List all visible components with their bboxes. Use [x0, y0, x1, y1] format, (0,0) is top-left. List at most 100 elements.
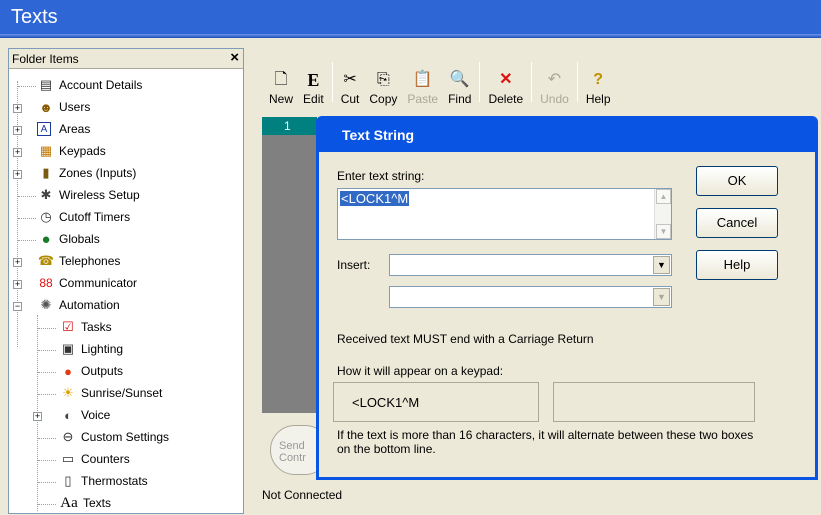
tree-item-label: Automation — [59, 298, 120, 312]
insert-label: Insert: — [337, 258, 371, 272]
help-button[interactable]: Help — [696, 250, 778, 280]
tree-item-label: Texts — [83, 496, 112, 510]
telephones-icon: ☎ — [37, 253, 55, 268]
new-button[interactable]: 🗋 New — [264, 56, 298, 108]
toolbar: 🗋 New E Edit ✂ Cut ⎘ Copy 📋 Paste 🔍 Find… — [264, 56, 616, 108]
expand-icon[interactable]: + — [13, 280, 22, 289]
tree-item-cutoff-timers[interactable]: ◷ Cutoff Timers — [9, 207, 243, 229]
scissors-icon: ✂ — [343, 71, 357, 88]
toolbar-separator — [479, 62, 481, 102]
tree-item-account-details[interactable]: ▤ Account Details — [9, 75, 243, 97]
scroll-down-icon[interactable]: ▼ — [656, 224, 671, 239]
new-label: New — [269, 92, 294, 106]
text-string-input[interactable]: <LOCK1^M ▲ ▼ — [337, 188, 672, 240]
text-list[interactable]: 1 — [262, 117, 317, 413]
insert-sub-dropdown[interactable]: ▼ — [389, 286, 672, 308]
custom-settings-icon: ⊖ — [62, 429, 74, 444]
window-title-bar: Texts — [0, 0, 821, 38]
keypad-preview-line2 — [553, 382, 755, 422]
carriage-return-note: Received text MUST end with a Carriage R… — [337, 332, 594, 346]
voice-icon: ◐ — [64, 407, 72, 423]
collapse-icon[interactable]: − — [13, 302, 22, 311]
tree-item-counters[interactable]: ▭ Counters — [9, 449, 243, 471]
tree-item-custom-settings[interactable]: ⊖ Custom Settings — [9, 427, 243, 449]
scroll-up-icon[interactable]: ▲ — [656, 189, 671, 204]
text-string-dialog: Text String Enter text string: <LOCK1^M … — [316, 116, 818, 480]
tree-line — [38, 372, 56, 373]
delete-button[interactable]: ✕ Delete — [483, 56, 528, 108]
tree-item-keypads[interactable]: + ▦ Keypads — [9, 141, 243, 163]
tree-item-sunrise-sunset[interactable]: ☀ Sunrise/Sunset — [9, 383, 243, 405]
tree-item-label: Cutoff Timers — [59, 210, 131, 224]
tree-item-lighting[interactable]: ▣ Lighting — [9, 339, 243, 361]
tree-line — [38, 350, 56, 351]
tree-item-automation[interactable]: − ✺ Automation — [9, 295, 243, 317]
tree-item-areas[interactable]: + A Areas — [9, 119, 243, 141]
expand-icon[interactable]: + — [13, 148, 22, 157]
tree-line — [18, 240, 36, 241]
users-icon: ☻ — [39, 99, 53, 115]
cancel-button[interactable]: Cancel — [696, 208, 778, 238]
expand-icon[interactable]: + — [13, 104, 22, 113]
tree-item-communicator[interactable]: + 88 Communicator — [9, 273, 243, 295]
tree-item-zones[interactable]: + ▮ Zones (Inputs) — [9, 163, 243, 185]
tree-line — [18, 196, 36, 197]
tree-item-telephones[interactable]: + ☎ Telephones — [9, 251, 243, 273]
tasks-icon: ☑ — [62, 319, 74, 334]
edit-button[interactable]: E Edit — [298, 56, 329, 108]
help-toolbar-button[interactable]: ? Help — [581, 56, 616, 108]
insert-dropdown[interactable]: ▼ — [389, 254, 672, 276]
text-string-value: <LOCK1^M — [340, 191, 410, 206]
thermostats-icon: ▯ — [64, 473, 72, 488]
chevron-down-icon[interactable]: ▼ — [653, 256, 670, 274]
chevron-down-icon[interactable]: ▼ — [653, 288, 670, 306]
communicator-icon: 88 — [39, 276, 53, 290]
expand-icon[interactable]: + — [13, 126, 22, 135]
tree-item-texts[interactable]: Aa Texts — [9, 493, 243, 515]
find-icon: 🔍 — [449, 71, 470, 88]
expand-icon[interactable]: + — [13, 258, 22, 267]
alternate-note: If the text is more than 16 characters, … — [337, 428, 754, 456]
tree-item-label: Keypads — [59, 144, 106, 158]
tree-item-wireless-setup[interactable]: ✱ Wireless Setup — [9, 185, 243, 207]
undo-label: Undo — [540, 92, 569, 106]
cut-label: Cut — [340, 92, 360, 106]
undo-button[interactable]: ↶ Undo — [535, 56, 574, 108]
folder-panel-header: Folder Items × — [9, 49, 243, 69]
undo-icon: ↶ — [547, 71, 562, 88]
delete-icon: ✕ — [499, 71, 513, 88]
title-bar-band — [0, 34, 821, 38]
tree-line — [38, 460, 56, 461]
tree-item-label: Voice — [81, 408, 111, 422]
counters-icon: ▭ — [61, 451, 75, 466]
ok-button[interactable]: OK — [696, 166, 778, 196]
paste-button[interactable]: 📋 Paste — [402, 56, 443, 108]
outputs-icon: ● — [64, 363, 72, 379]
expand-icon[interactable]: + — [33, 412, 42, 421]
tree-item-users[interactable]: + ☻ Users — [9, 97, 243, 119]
tree-item-voice[interactable]: + ◐ Voice — [9, 405, 243, 427]
folder-items-panel: Folder Items × ▤ Account Details + ☻ Use… — [8, 48, 244, 514]
close-icon[interactable]: × — [230, 49, 239, 66]
tree-item-label: Areas — [59, 122, 91, 136]
tree-item-globals[interactable]: ● Globals — [9, 229, 243, 251]
cut-button[interactable]: ✂ Cut — [336, 56, 365, 108]
tree-line — [38, 328, 56, 329]
toolbar-separator — [531, 62, 533, 102]
tree-item-outputs[interactable]: ● Outputs — [9, 361, 243, 383]
copy-button[interactable]: ⎘ Copy — [364, 56, 402, 108]
enter-text-label: Enter text string: — [337, 169, 425, 183]
tree-line — [38, 482, 56, 483]
lighting-icon: ▣ — [61, 341, 75, 356]
tree-item-tasks[interactable]: ☑ Tasks — [9, 317, 243, 339]
textbox-scrollbar[interactable]: ▲ ▼ — [654, 189, 671, 239]
tree-item-label: Users — [59, 100, 91, 114]
expand-icon[interactable]: + — [13, 170, 22, 179]
account-details-icon: ▤ — [39, 77, 53, 92]
list-row-number[interactable]: 1 — [262, 117, 317, 135]
areas-icon: A — [37, 122, 51, 136]
keypad-preview-line1: <LOCK1^M — [333, 382, 539, 422]
tree-item-thermostats[interactable]: ▯ Thermostats — [9, 471, 243, 493]
find-button[interactable]: 🔍 Find — [443, 56, 476, 108]
tree-line — [38, 438, 56, 439]
